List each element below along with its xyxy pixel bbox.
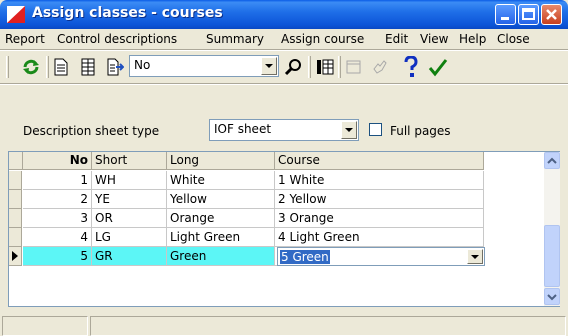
table-button[interactable] — [77, 56, 99, 78]
menu-view[interactable]: View — [420, 32, 448, 46]
page-icon — [54, 58, 68, 76]
filter-combo[interactable]: No — [129, 55, 279, 77]
assign-classes-window: Assign classes - courses Report Control … — [0, 0, 568, 336]
row-indicator[interactable] — [9, 228, 22, 247]
status-panel-2 — [90, 316, 566, 336]
row-indicator[interactable] — [9, 171, 22, 190]
sheet-type-value: IOF sheet — [214, 122, 272, 136]
row-indicator[interactable] — [9, 190, 22, 209]
row-indicator[interactable] — [9, 209, 22, 228]
vertical-scrollbar[interactable] — [544, 152, 560, 306]
scroll-down-button[interactable] — [544, 288, 560, 305]
column-header-short[interactable]: Short — [92, 152, 167, 170]
course-dropdown-value: 5 Green — [280, 250, 330, 264]
question-mark-icon — [404, 56, 418, 77]
cell-no[interactable]: 1 — [23, 171, 92, 190]
column-header-long[interactable]: Long — [167, 152, 275, 170]
minimize-icon — [501, 17, 509, 20]
menu-report[interactable]: Report — [5, 32, 45, 46]
toolbar: No — [0, 51, 568, 82]
cell-no[interactable]: 2 — [23, 190, 92, 209]
cell-long[interactable]: Yellow — [167, 190, 275, 209]
cell-short[interactable]: OR — [92, 209, 167, 228]
cell-no[interactable]: 4 — [23, 228, 92, 247]
cell-short[interactable]: WH — [92, 171, 167, 190]
status-panel-1 — [2, 316, 88, 336]
description-sheet-label: Description sheet type — [23, 124, 160, 138]
menu-bar: Report Control descriptions Summary Assi… — [0, 29, 568, 49]
cell-course[interactable]: 2 Yellow — [275, 190, 484, 209]
chevron-down-icon[interactable] — [467, 249, 483, 264]
minimize-button[interactable] — [495, 4, 516, 25]
scroll-up-button[interactable] — [544, 152, 560, 169]
menu-close[interactable]: Close — [497, 32, 530, 46]
column-header-no[interactable]: No — [23, 152, 92, 170]
app-flag-icon — [7, 6, 25, 23]
export-button[interactable] — [104, 56, 126, 78]
cell-course[interactable]: 4 Light Green — [275, 228, 484, 247]
refresh-icon — [23, 59, 39, 75]
search-icon — [284, 59, 301, 76]
chevron-down-icon[interactable] — [341, 121, 357, 139]
chevron-up-icon — [547, 157, 557, 164]
cell-course[interactable]: 3 Orange — [275, 209, 484, 228]
course-grid: No Short Long Course 1 WH White 1 White … — [8, 151, 560, 307]
toolbar-separator — [0, 83, 568, 85]
grid-body: No Short Long Course 1 WH White 1 White … — [9, 152, 544, 306]
columns-button[interactable] — [314, 56, 336, 78]
maximize-button[interactable] — [518, 4, 539, 25]
cell-course[interactable]: 1 White — [275, 171, 484, 190]
full-pages-checkbox[interactable] — [369, 123, 382, 136]
table-icon — [81, 58, 95, 76]
cell-short[interactable]: LG — [92, 228, 167, 247]
toolbar-grip-2 — [46, 56, 49, 78]
chevron-down-icon — [547, 293, 557, 300]
page-button[interactable] — [50, 56, 72, 78]
ok-button[interactable] — [427, 56, 449, 78]
menu-edit[interactable]: Edit — [385, 32, 408, 46]
search-button[interactable] — [283, 56, 305, 78]
course-dropdown-editor[interactable]: 5 Green — [277, 247, 485, 266]
columns-icon — [317, 59, 334, 75]
toolbar-grip[interactable] — [6, 56, 9, 78]
status-bar — [0, 312, 568, 336]
close-button[interactable] — [541, 4, 562, 25]
help-button[interactable] — [400, 56, 422, 78]
menu-control-descriptions[interactable]: Control descriptions — [57, 32, 177, 46]
close-icon — [546, 9, 557, 20]
export-icon — [107, 58, 124, 76]
current-row-arrow-icon — [12, 251, 18, 261]
column-header-course[interactable]: Course — [275, 152, 484, 170]
cell-long[interactable]: White — [167, 171, 275, 190]
cell-no[interactable]: 3 — [23, 209, 92, 228]
cell-long[interactable]: Orange — [167, 209, 275, 228]
menu-summary[interactable]: Summary — [206, 32, 264, 46]
disabled-tool-button[interactable] — [343, 56, 365, 78]
chevron-down-icon[interactable] — [261, 57, 277, 75]
menu-assign-course[interactable]: Assign course — [281, 32, 364, 46]
cell-short[interactable]: YE — [92, 190, 167, 209]
sheet-type-combo[interactable]: IOF sheet — [209, 119, 359, 141]
cell-no[interactable]: 5 — [23, 247, 92, 266]
checkmark-icon — [428, 59, 448, 77]
title-bar[interactable]: Assign classes - courses — [0, 0, 568, 29]
scroll-thumb[interactable] — [544, 225, 560, 287]
cell-long[interactable]: Green — [167, 247, 275, 266]
menu-help[interactable]: Help — [459, 32, 486, 46]
toolbar-grip-3 — [308, 56, 311, 78]
filter-value: No — [134, 58, 151, 72]
row-indicator-current[interactable] — [9, 247, 22, 266]
toolbar-grip-4 — [338, 56, 341, 78]
disabled-tool-button-2[interactable] — [369, 56, 391, 78]
hand-icon — [373, 60, 387, 74]
full-pages-label: Full pages — [390, 124, 451, 138]
maximize-icon — [522, 8, 535, 20]
grid-corner — [9, 152, 23, 170]
cell-long[interactable]: Light Green — [167, 228, 275, 247]
window-title: Assign classes - courses — [32, 5, 223, 21]
cell-short[interactable]: GR — [92, 247, 167, 266]
refresh-button[interactable] — [20, 56, 42, 78]
window-icon — [346, 60, 361, 74]
